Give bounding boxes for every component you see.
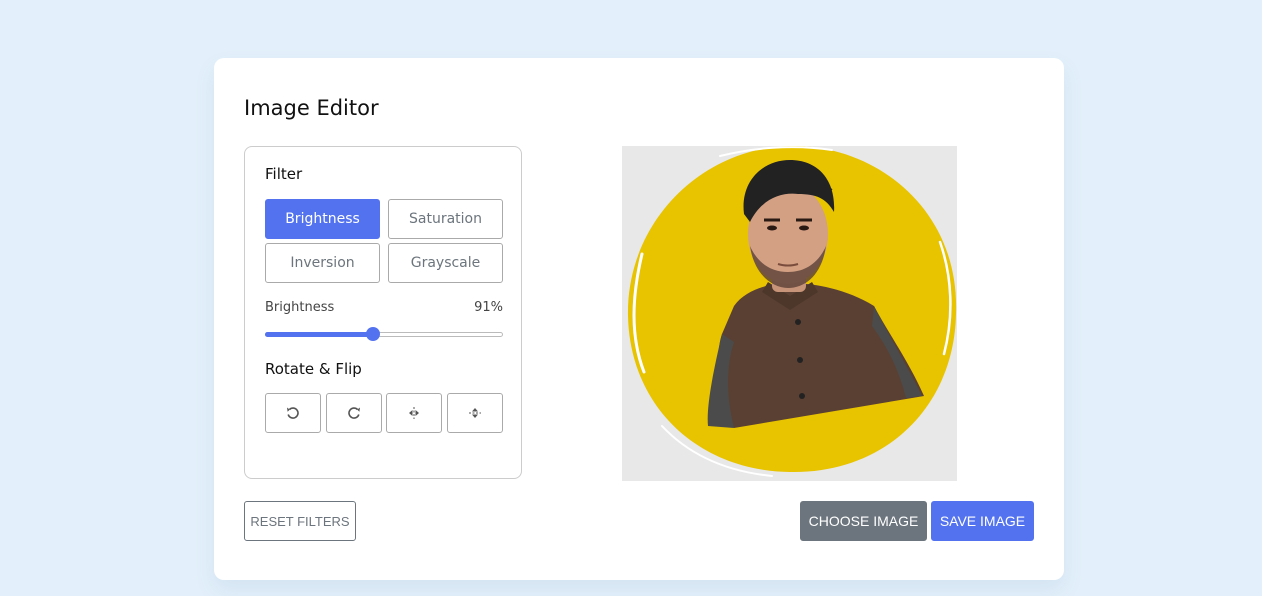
save-image-button[interactable]: SAVE IMAGE [931,501,1034,541]
image-preview [622,146,957,481]
flip-vertical-button[interactable] [447,393,503,433]
rotate-left-icon [287,407,299,419]
slider-thumb[interactable] [366,327,380,341]
inversion-filter-button[interactable]: Inversion [265,243,380,283]
reset-filters-button[interactable]: RESET FILTERS [244,501,356,541]
controls-panel: Filter Brightness Saturation Inversion G… [244,146,522,479]
rotate-right-button[interactable] [326,393,382,433]
grayscale-filter-button[interactable]: Grayscale [388,243,503,283]
slider-value: 91% [474,300,503,315]
slider-name: Brightness [265,300,335,315]
editor-card: Image Editor Filter Brightness Saturatio… [214,58,1064,580]
choose-image-button[interactable]: CHOOSE IMAGE [800,501,927,541]
flip-horizontal-button[interactable] [386,393,442,433]
flip-horizontal-icon [409,407,419,419]
rotate-left-button[interactable] [265,393,321,433]
slider-fill [265,332,373,337]
preview-image [622,146,957,481]
flip-vertical-icon [469,408,481,418]
rotate-flip-heading: Rotate & Flip [265,360,362,378]
saturation-filter-button[interactable]: Saturation [388,199,503,239]
page-title: Image Editor [244,96,379,120]
brightness-slider[interactable] [265,327,503,341]
rotate-right-icon [348,407,360,419]
filter-heading: Filter [265,165,303,183]
brightness-filter-button[interactable]: Brightness [265,199,380,239]
